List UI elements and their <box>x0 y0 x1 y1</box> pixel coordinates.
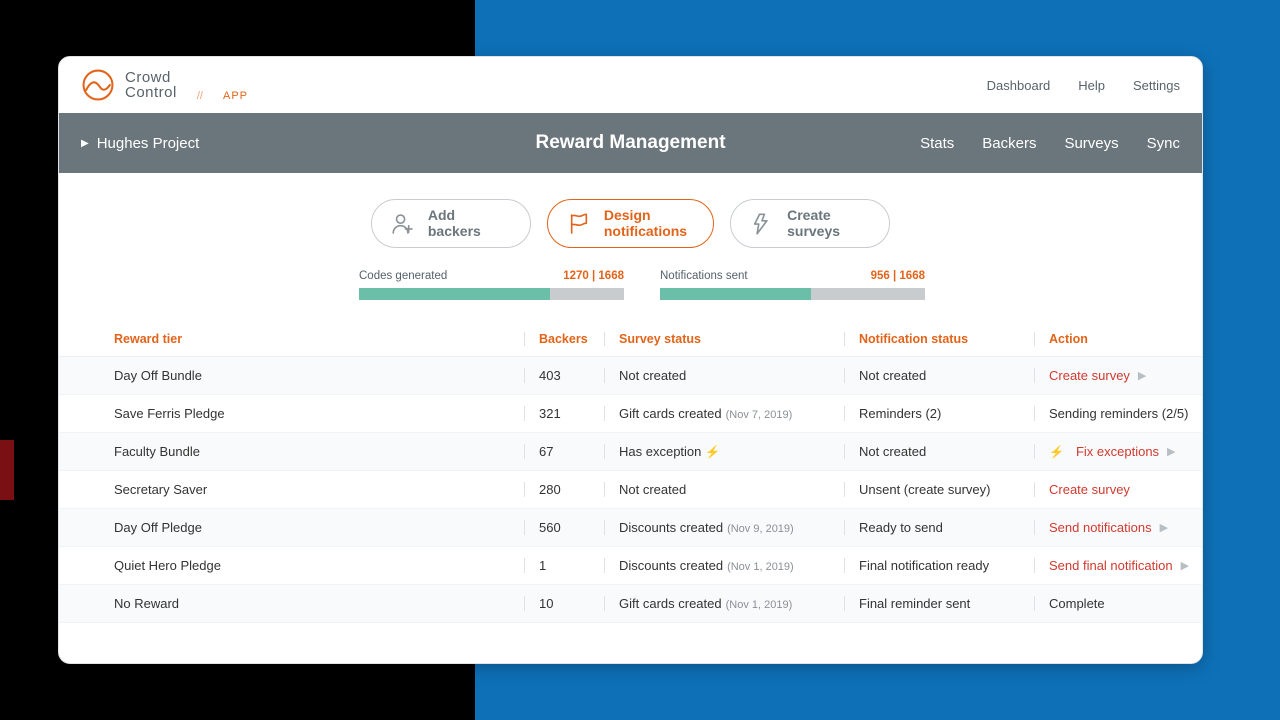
table-header: Reward tier Backers Survey status Notifi… <box>59 322 1202 357</box>
subnav-surveys[interactable]: Surveys <box>1064 135 1118 152</box>
app-window: Crowd Control // APP Dashboard Help Sett… <box>58 56 1203 664</box>
topbar: Crowd Control // APP Dashboard Help Sett… <box>59 57 1202 113</box>
notifs-label: Notifications sent <box>660 270 748 282</box>
cell-tier: Save Ferris Pledge <box>114 406 524 421</box>
cell-tier: Faculty Bundle <box>114 444 524 459</box>
codes-count: 1270 | 1668 <box>563 270 624 282</box>
cell-action[interactable]: Create survey▶ <box>1034 368 1203 383</box>
table-row[interactable]: Secretary Saver280Not createdUnsent (cre… <box>59 471 1202 509</box>
cell-action[interactable]: Send notifications▶ <box>1034 520 1203 535</box>
cell-backers: 403 <box>524 368 604 383</box>
logo[interactable]: Crowd Control // APP <box>81 68 248 102</box>
cell-backers: 10 <box>524 596 604 611</box>
progress-row: Codes generated 1270 | 1668 Notification… <box>59 270 1202 322</box>
cell-survey: Gift cards created(Nov 7, 2019) <box>604 406 844 421</box>
subnav-backers[interactable]: Backers <box>982 135 1036 152</box>
play-icon: ▶ <box>1160 521 1168 534</box>
play-icon: ▶ <box>1138 369 1146 382</box>
cell-backers: 321 <box>524 406 604 421</box>
bolt-icon: ⚡ <box>1049 445 1064 459</box>
cell-tier: Secretary Saver <box>114 482 524 497</box>
bolt-icon: ⚡ <box>705 445 720 459</box>
cell-notification: Not created <box>844 368 1034 383</box>
table-row[interactable]: Day Off Bundle403Not createdNot createdC… <box>59 357 1202 395</box>
codes-label: Codes generated <box>359 270 447 282</box>
cell-tier: Quiet Hero Pledge <box>114 558 524 573</box>
cell-tier: Day Off Bundle <box>114 368 524 383</box>
table-row[interactable]: No Reward10Gift cards created(Nov 1, 201… <box>59 585 1202 623</box>
person-plus-icon <box>390 211 416 237</box>
col-notification[interactable]: Notification status <box>844 332 1034 346</box>
nav-help[interactable]: Help <box>1078 78 1105 93</box>
play-icon: ▶ <box>1181 559 1189 572</box>
notifs-count: 956 | 1668 <box>871 270 925 282</box>
cell-survey: Discounts created(Nov 1, 2019) <box>604 558 844 573</box>
cell-backers: 1 <box>524 558 604 573</box>
cell-notification: Reminders (2) <box>844 406 1034 421</box>
cell-tier: No Reward <box>114 596 524 611</box>
page-title: Reward Management <box>535 132 725 154</box>
logo-text: Crowd Control <box>125 70 177 100</box>
cell-backers: 560 <box>524 520 604 535</box>
bolt-stack-icon <box>749 211 775 237</box>
cell-survey: Has exception⚡ <box>604 444 844 459</box>
col-reward-tier[interactable]: Reward tier <box>114 332 524 346</box>
logo-divider: // <box>197 90 203 102</box>
table-row[interactable]: Quiet Hero Pledge1Discounts created(Nov … <box>59 547 1202 585</box>
cell-survey: Discounts created(Nov 9, 2019) <box>604 520 844 535</box>
notifs-bar <box>660 288 925 300</box>
cell-survey: Not created <box>604 482 844 497</box>
col-backers[interactable]: Backers <box>524 332 604 346</box>
cell-survey: Not created <box>604 368 844 383</box>
cell-notification: Ready to send <box>844 520 1034 535</box>
caret-right-icon: ▶ <box>81 138 89 149</box>
notifications-progress: Notifications sent 956 | 1668 <box>660 270 925 300</box>
col-action[interactable]: Action <box>1034 332 1203 346</box>
col-survey[interactable]: Survey status <box>604 332 844 346</box>
nav-settings[interactable]: Settings <box>1133 78 1180 93</box>
table-row[interactable]: Day Off Pledge560Discounts created(Nov 9… <box>59 509 1202 547</box>
create-surveys-button[interactable]: Createsurveys <box>730 199 890 248</box>
codes-bar <box>359 288 624 300</box>
design-notifications-button[interactable]: Designnotifications <box>547 199 714 248</box>
play-icon: ▶ <box>1167 445 1175 458</box>
cell-notification: Final notification ready <box>844 558 1034 573</box>
add-backers-button[interactable]: Addbackers <box>371 199 531 248</box>
cell-backers: 280 <box>524 482 604 497</box>
cell-notification: Unsent (create survey) <box>844 482 1034 497</box>
subnav-sync[interactable]: Sync <box>1147 135 1180 152</box>
cell-action[interactable]: ⚡Fix exceptions▶ <box>1034 444 1203 459</box>
cell-action[interactable]: Create survey <box>1034 482 1203 497</box>
cell-action[interactable]: Complete <box>1034 596 1203 611</box>
cell-backers: 67 <box>524 444 604 459</box>
cell-notification: Not created <box>844 444 1034 459</box>
sub-nav: Stats Backers Surveys Sync <box>920 135 1180 152</box>
action-pill-row: Addbackers Designnotifications Createsur… <box>59 173 1202 270</box>
cell-action[interactable]: Sending reminders (2/5) <box>1034 406 1203 421</box>
codes-progress: Codes generated 1270 | 1668 <box>359 270 624 300</box>
reward-table: Reward tier Backers Survey status Notifi… <box>59 322 1202 623</box>
cell-notification: Final reminder sent <box>844 596 1034 611</box>
cell-action[interactable]: Send final notification▶ <box>1034 558 1203 573</box>
top-nav: Dashboard Help Settings <box>987 78 1180 93</box>
table-row[interactable]: Save Ferris Pledge321Gift cards created(… <box>59 395 1202 433</box>
project-breadcrumb[interactable]: ▶ Hughes Project <box>81 135 199 152</box>
logo-app-tag: APP <box>223 90 248 102</box>
flag-icon <box>566 211 592 237</box>
sub-header: ▶ Hughes Project Reward Management Stats… <box>59 113 1202 173</box>
cell-tier: Day Off Pledge <box>114 520 524 535</box>
cell-survey: Gift cards created(Nov 1, 2019) <box>604 596 844 611</box>
nav-dashboard[interactable]: Dashboard <box>987 78 1051 93</box>
subnav-stats[interactable]: Stats <box>920 135 954 152</box>
wave-icon <box>81 68 115 102</box>
project-name: Hughes Project <box>97 135 200 152</box>
background-accent <box>0 440 14 500</box>
table-row[interactable]: Faculty Bundle67Has exception⚡Not create… <box>59 433 1202 471</box>
